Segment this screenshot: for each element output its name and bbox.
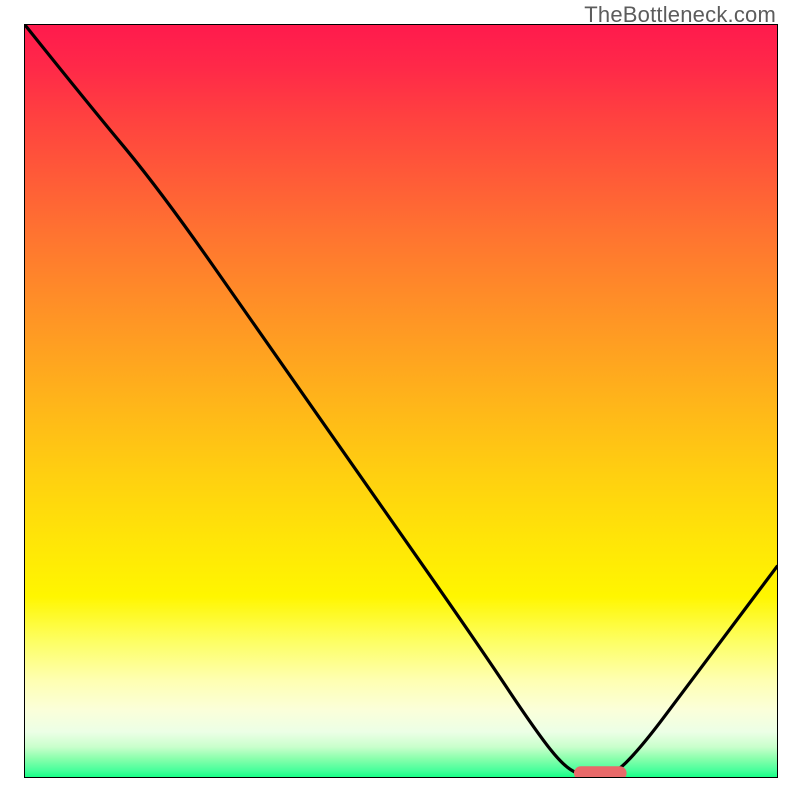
plot-area <box>24 24 778 778</box>
bottleneck-curve <box>25 25 777 777</box>
chart-svg <box>25 25 777 777</box>
optimal-range-marker <box>574 766 627 777</box>
chart-container: TheBottleneck.com <box>0 0 800 800</box>
